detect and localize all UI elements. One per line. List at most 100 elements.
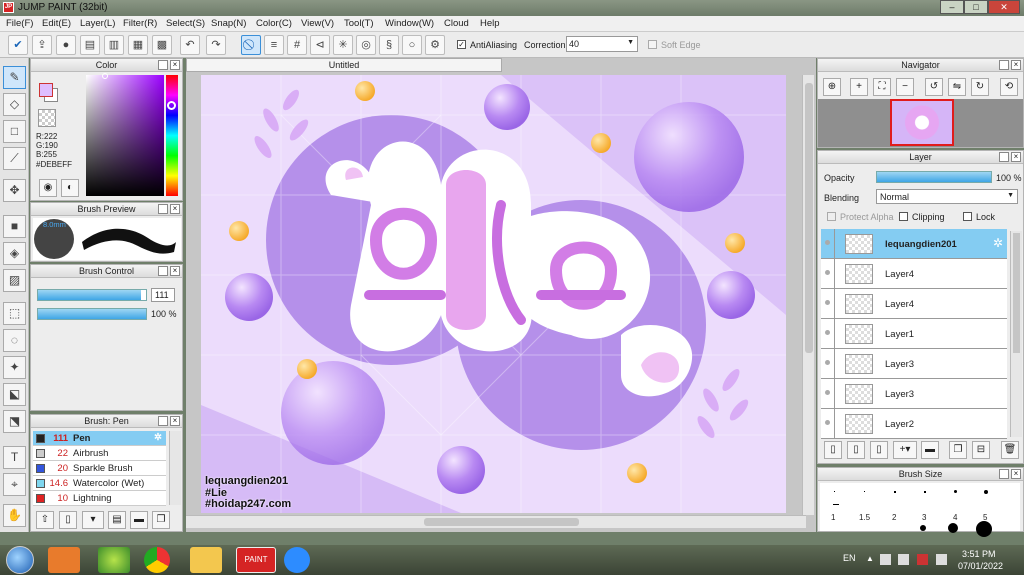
language-indicator[interactable]: EN xyxy=(843,553,856,563)
transparent-color-swatch[interactable] xyxy=(38,109,56,127)
export-icon[interactable]: ⇪ xyxy=(32,35,52,55)
menu-cloud[interactable]: Cloud xyxy=(444,18,469,29)
menu-window[interactable]: Window(W) xyxy=(385,18,434,29)
menu-file[interactable]: File(F) xyxy=(6,18,33,29)
close-icon[interactable]: × xyxy=(170,60,180,70)
jump-paint-taskbar-icon[interactable]: PAINT xyxy=(236,547,276,573)
rotate-left-icon[interactable]: ↺ xyxy=(925,78,943,96)
tray-icon-1[interactable] xyxy=(880,554,891,565)
size-dot[interactable] xyxy=(976,521,992,537)
snap-ellipse-icon[interactable]: ○ xyxy=(402,35,422,55)
layer-visibility-icon[interactable] xyxy=(821,379,835,408)
canvas-vertical-scrollbar[interactable] xyxy=(802,75,814,515)
brush-list-scrollbar[interactable] xyxy=(169,431,181,505)
tray-icon-3[interactable] xyxy=(917,554,928,565)
layer-scroll-thumb[interactable] xyxy=(1013,233,1020,353)
navigator-thumbnail[interactable] xyxy=(890,99,954,146)
layer-row[interactable]: Layer4 xyxy=(821,259,1007,289)
comment-icon[interactable]: ● xyxy=(56,35,76,55)
pen-tool-icon[interactable]: ✎ xyxy=(3,66,26,89)
horizontal-scroll-thumb[interactable] xyxy=(424,518,579,526)
lock-checkbox[interactable] xyxy=(963,212,972,221)
size-dot[interactable] xyxy=(984,490,988,494)
layer-opacity-slider[interactable] xyxy=(876,171,992,183)
clipping-checkbox[interactable] xyxy=(899,212,908,221)
brush-add-menu-icon[interactable]: ▾ xyxy=(82,511,104,529)
tray-up-arrow-icon[interactable]: ▲ xyxy=(866,554,874,563)
brush-list-item[interactable]: 14.6 Watercolor (Wet) xyxy=(33,476,166,491)
grid-layout-icon[interactable]: ▩ xyxy=(152,35,172,55)
palette-settings-icon[interactable]: ◐ xyxy=(61,179,79,197)
undo-icon[interactable]: ↶ xyxy=(180,35,200,55)
rectangle-tool-icon[interactable]: □ xyxy=(3,120,26,143)
layer-row[interactable]: Layer2 xyxy=(821,409,1007,439)
gear-icon[interactable]: ✲ xyxy=(993,236,1003,250)
fill-rect-tool-icon[interactable]: ■ xyxy=(3,215,26,238)
gradient-tool-icon[interactable]: ▨ xyxy=(3,269,26,292)
brush-opacity-slider[interactable] xyxy=(37,308,147,320)
correction-select[interactable]: 40 ▼ xyxy=(566,36,638,52)
snap-circle-icon[interactable]: ◎ xyxy=(356,35,376,55)
brush-list-item[interactable]: 22 Airbrush xyxy=(33,446,166,461)
media-player-icon[interactable] xyxy=(48,547,80,573)
snap-perspective-icon[interactable]: ⊲ xyxy=(310,35,330,55)
menu-help[interactable]: Help xyxy=(480,18,500,29)
layer-row[interactable]: Layer3 xyxy=(821,349,1007,379)
add-layer-menu-icon[interactable]: +▾ xyxy=(893,441,917,459)
snap-radial-icon[interactable]: ✳ xyxy=(333,35,353,55)
bucket-tool-icon[interactable]: ◈ xyxy=(3,242,26,265)
size-dot[interactable] xyxy=(864,491,865,492)
float-icon[interactable] xyxy=(158,204,168,214)
layer-visibility-icon[interactable] xyxy=(821,229,835,258)
clock-date[interactable]: 07/01/2022 xyxy=(958,561,1003,571)
brush-list-item[interactable]: 20 Sparkle Brush xyxy=(33,461,166,476)
close-icon[interactable]: × xyxy=(170,204,180,214)
layout-icon[interactable]: ▦ xyxy=(128,35,148,55)
eraser-tool-icon[interactable]: ◇ xyxy=(3,93,26,116)
minimize-button[interactable]: – xyxy=(940,0,964,14)
redo-icon[interactable]: ↷ xyxy=(206,35,226,55)
close-icon[interactable]: × xyxy=(1011,60,1021,70)
app-icon-green[interactable] xyxy=(98,547,130,573)
line-tool-icon[interactable]: ⟋ xyxy=(3,147,26,170)
picker-cursor[interactable] xyxy=(102,73,108,79)
new-layer-icon[interactable]: ▯ xyxy=(824,441,842,459)
select-pen-tool-icon[interactable]: ⬕ xyxy=(3,383,26,406)
brush-list-item[interactable]: 111 Pen ✲ xyxy=(33,431,166,446)
merge-layer-icon[interactable]: ⊟ xyxy=(972,441,990,459)
hue-slider[interactable] xyxy=(166,75,178,196)
select-eraser-tool-icon[interactable]: ⬔ xyxy=(3,410,26,433)
float-icon[interactable] xyxy=(999,469,1009,479)
size-dot[interactable] xyxy=(948,523,958,533)
hand-tool-icon[interactable]: ✋ xyxy=(3,504,26,527)
page-icon[interactable]: ▥ xyxy=(104,35,124,55)
lasso-tool-icon[interactable]: ◌ xyxy=(3,329,26,352)
snap-settings-icon[interactable]: ⚙ xyxy=(425,35,445,55)
new-layer-8bit-icon[interactable]: ▯ xyxy=(847,441,865,459)
brush-size-grid[interactable]: 1 1.5 2 3 4 5 xyxy=(820,483,1020,537)
menu-view[interactable]: View(V) xyxy=(301,18,334,29)
chrome-icon[interactable] xyxy=(144,547,170,573)
delete-layer-icon[interactable]: 🗑 xyxy=(1001,441,1019,459)
soft-edge-checkbox[interactable] xyxy=(648,40,657,49)
select-rect-tool-icon[interactable]: ⬚ xyxy=(3,302,26,325)
menu-tool[interactable]: Tool(T) xyxy=(344,18,374,29)
size-dot[interactable] xyxy=(920,525,926,531)
menu-layer[interactable]: Layer(L) xyxy=(80,18,115,29)
flip-icon[interactable]: ⇋ xyxy=(948,78,966,96)
layer-visibility-icon[interactable] xyxy=(821,259,835,288)
clock-time[interactable]: 3:51 PM xyxy=(962,549,996,559)
size-dot[interactable] xyxy=(924,491,926,493)
close-button[interactable]: ✕ xyxy=(988,0,1020,14)
eyedropper-tool-icon[interactable]: ⌖ xyxy=(3,473,26,496)
float-icon[interactable] xyxy=(158,60,168,70)
volume-icon[interactable] xyxy=(936,554,947,565)
brush-size-slider[interactable] xyxy=(37,289,147,301)
rotate-right-icon[interactable]: ↻ xyxy=(971,78,989,96)
layer-visibility-icon[interactable] xyxy=(821,319,835,348)
layer-visibility-icon[interactable] xyxy=(821,349,835,378)
close-icon[interactable]: × xyxy=(170,266,180,276)
file-explorer-icon[interactable] xyxy=(190,547,222,573)
maximize-button[interactable]: □ xyxy=(964,0,988,14)
saturation-value-picker[interactable] xyxy=(86,73,164,196)
